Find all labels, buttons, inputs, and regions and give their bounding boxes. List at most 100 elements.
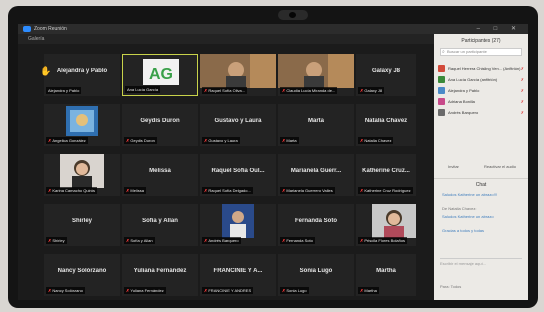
participant-label: ✗Andrés Barquero — [202, 237, 241, 244]
participant-label-text: Marianela Guerrero Valles — [286, 188, 333, 193]
view-bar: Galería — [18, 34, 438, 44]
participant-tile[interactable]: Galaxy J8 ✗Galaxy J8 — [356, 54, 416, 96]
muted-mic-icon: ✗ — [520, 66, 524, 71]
participant-label-text: Katherine Cruz Rodríguez — [364, 188, 411, 193]
participant-name: Sofía y Allan — [142, 218, 178, 224]
participant-name: FRANCINIE Y A... — [213, 268, 263, 274]
participant-list-item[interactable]: Andrés Barquero ✗ — [438, 108, 526, 117]
participant-name: Geydis Duron — [140, 118, 180, 124]
window-title: Zoom Reunión — [34, 26, 67, 32]
participant-name: Fernanda Soto — [294, 218, 337, 224]
participant-label: ✗Claudia Lucía Miranda de... — [280, 87, 338, 94]
participant-tile[interactable]: Martha ✗Martha — [356, 254, 416, 296]
muted-mic-icon: ✗ — [204, 188, 208, 193]
participant-label-text: Fernanda Soto — [286, 238, 313, 243]
chat-recipient[interactable]: Para: Todos — [440, 284, 522, 289]
participant-tile[interactable]: FRANCINIE Y A... ✗FRANCINIE Y ANDRES — [200, 254, 276, 296]
participant-tile[interactable]: Shirley ✗Shirley — [44, 204, 120, 246]
muted-mic-icon: ✗ — [204, 88, 208, 93]
poster-video-frame — [66, 106, 98, 136]
participant-label: ✗Karina Camacho Quirós — [46, 187, 98, 194]
participant-tile[interactable]: Raquel Sofía Oul... ✗Raquel Sofía Delgado… — [200, 154, 276, 196]
participant-label-text: Andrés Barquero — [208, 238, 239, 243]
invite-button[interactable]: Invitar — [448, 164, 459, 169]
participant-tile[interactable]: AG Ana Lucía García — [122, 54, 198, 96]
participant-name: Marianela Guerr... — [290, 168, 342, 174]
participant-label-text: Gustavo y Laura — [208, 138, 238, 143]
participant-label-text: Martha — [364, 288, 377, 293]
participant-actions: Invitar Reactivar el audio — [440, 164, 522, 172]
participant-tile[interactable]: Yuliana Fernández ✗Yuliana Fernández — [122, 254, 198, 296]
participant-tile[interactable]: Geydis Duron ✗Geydis Duron — [122, 104, 198, 146]
muted-mic-icon: ✗ — [520, 88, 524, 93]
participant-tile[interactable]: Katherine Cruz... ✗Katherine Cruz Rodrígu… — [356, 154, 416, 196]
participant-tile[interactable]: ✗Andrés Barquero — [200, 204, 276, 246]
participant-label-text: Karina Camacho Quirós — [52, 188, 96, 193]
participant-label: ✗Fernanda Soto — [280, 237, 315, 244]
participant-label: Alejandra y Pablo — [46, 87, 82, 94]
muted-mic-icon: ✗ — [48, 238, 52, 243]
participant-tile[interactable]: Sofía y Allan ✗Sofía y Allan — [122, 204, 198, 246]
muted-mic-icon: ✗ — [282, 238, 286, 243]
participant-tile[interactable]: Fernanda Soto ✗Fernanda Soto — [278, 204, 354, 246]
participant-tile[interactable]: ✗Priscila Flores Bolaños — [356, 204, 416, 246]
participant-tile[interactable]: Nancy Solórzano ✗Nancy Solórzano — [44, 254, 120, 296]
participant-tile[interactable]: Natalia Chavez ✗Natalia Chavez — [356, 104, 416, 146]
participant-label-text: Sofía y Allan — [130, 238, 153, 243]
participant-label: ✗Nancy Solórzano — [46, 287, 85, 294]
muted-mic-icon: ✗ — [204, 288, 208, 293]
participant-tile[interactable]: Melissa ✗Melissa — [122, 154, 198, 196]
photo-video-frame — [278, 54, 354, 88]
muted-mic-icon: ✗ — [520, 77, 524, 82]
unmute-all-button[interactable]: Reactivar el audio — [484, 164, 516, 169]
chat-title: Chat — [434, 178, 528, 188]
participants-title: Participantes (27) — [461, 38, 501, 44]
participant-list-name: Alejandra y Pablo — [448, 88, 480, 93]
participant-list-item[interactable]: Raquel Herrera Chisling Ven... (Anfitrió… — [438, 64, 526, 73]
participant-tile[interactable]: Sonia Lugo ✗Sonia Lugo — [278, 254, 354, 296]
chat-sender: De Natalia Chavez: — [442, 206, 477, 211]
participant-tile[interactable]: ✗Raquel Sofía Oliva... — [200, 54, 276, 96]
participant-tile[interactable]: ✗Claudia Lucía Miranda de... — [278, 54, 354, 96]
participant-label-text: Melissa — [130, 188, 144, 193]
muted-mic-icon: ✗ — [360, 238, 364, 243]
avatar — [438, 65, 445, 72]
participant-tile[interactable]: Gustavo y Laura ✗Gustavo y Laura — [200, 104, 276, 146]
participant-label: ✗Angelica González — [46, 137, 88, 144]
window-controls[interactable]: – □ ✕ — [477, 24, 522, 34]
participant-label-text: Sonia Lugo — [286, 288, 307, 293]
muted-mic-icon: ✗ — [282, 138, 286, 143]
participant-tile[interactable]: Marta ✗Marta — [278, 104, 354, 146]
muted-mic-icon: ✗ — [520, 110, 524, 115]
participant-tile[interactable]: ✗Karina Camacho Quirós — [44, 154, 120, 196]
logo-video-frame: AG — [143, 59, 179, 85]
participant-tile[interactable]: Marianela Guerr... ✗Marianela Guerrero Va… — [278, 154, 354, 196]
avatar — [438, 109, 445, 116]
chat-message: Saludos Katherine un abrazo!!! — [442, 192, 497, 197]
participant-label: ✗Priscila Flores Bolaños — [358, 237, 408, 244]
participant-label: ✗Shirley — [46, 237, 67, 244]
participant-tile[interactable]: ✗Angelica González — [44, 104, 120, 146]
avatar — [438, 87, 445, 94]
muted-mic-icon: ✗ — [520, 99, 524, 104]
participant-list-name: Ana Lucía García (anfitrión) — [448, 77, 498, 82]
participant-list-item[interactable]: Ana Lucía García (anfitrión) ✗ — [438, 75, 526, 84]
participant-name: Marta — [307, 118, 324, 124]
participant-search-input[interactable]: ⌕ Buscar un participante — [440, 48, 522, 56]
participant-name: Gustavo y Laura — [214, 118, 262, 124]
zoom-window: Zoom Reunión – □ ✕ Galería Alejandra y P… — [18, 24, 528, 300]
muted-mic-icon: ✗ — [126, 288, 130, 293]
participant-label: ✗Raquel Sofía Oliva... — [202, 87, 248, 94]
woman-video-frame — [60, 154, 104, 188]
participant-label-text: Shirley — [52, 238, 65, 243]
chat-input[interactable]: Escribir el mensaje aquí... — [440, 258, 522, 280]
zoom-logo-icon — [23, 26, 31, 32]
man-video-frame — [222, 204, 254, 238]
participant-tile[interactable]: Alejandra y Pablo Alejandra y Pablo — [44, 54, 120, 96]
view-mode-label[interactable]: Galería — [28, 36, 44, 42]
participant-list-item[interactable]: Alejandra y Pablo ✗ — [438, 86, 526, 95]
participant-list-name: Andrés Barquero — [448, 110, 479, 115]
participant-name: Melissa — [149, 168, 171, 174]
participant-list-item[interactable]: Adriana Bonilla ✗ — [438, 97, 526, 106]
participant-label-text: Galaxy J8 — [364, 88, 383, 93]
